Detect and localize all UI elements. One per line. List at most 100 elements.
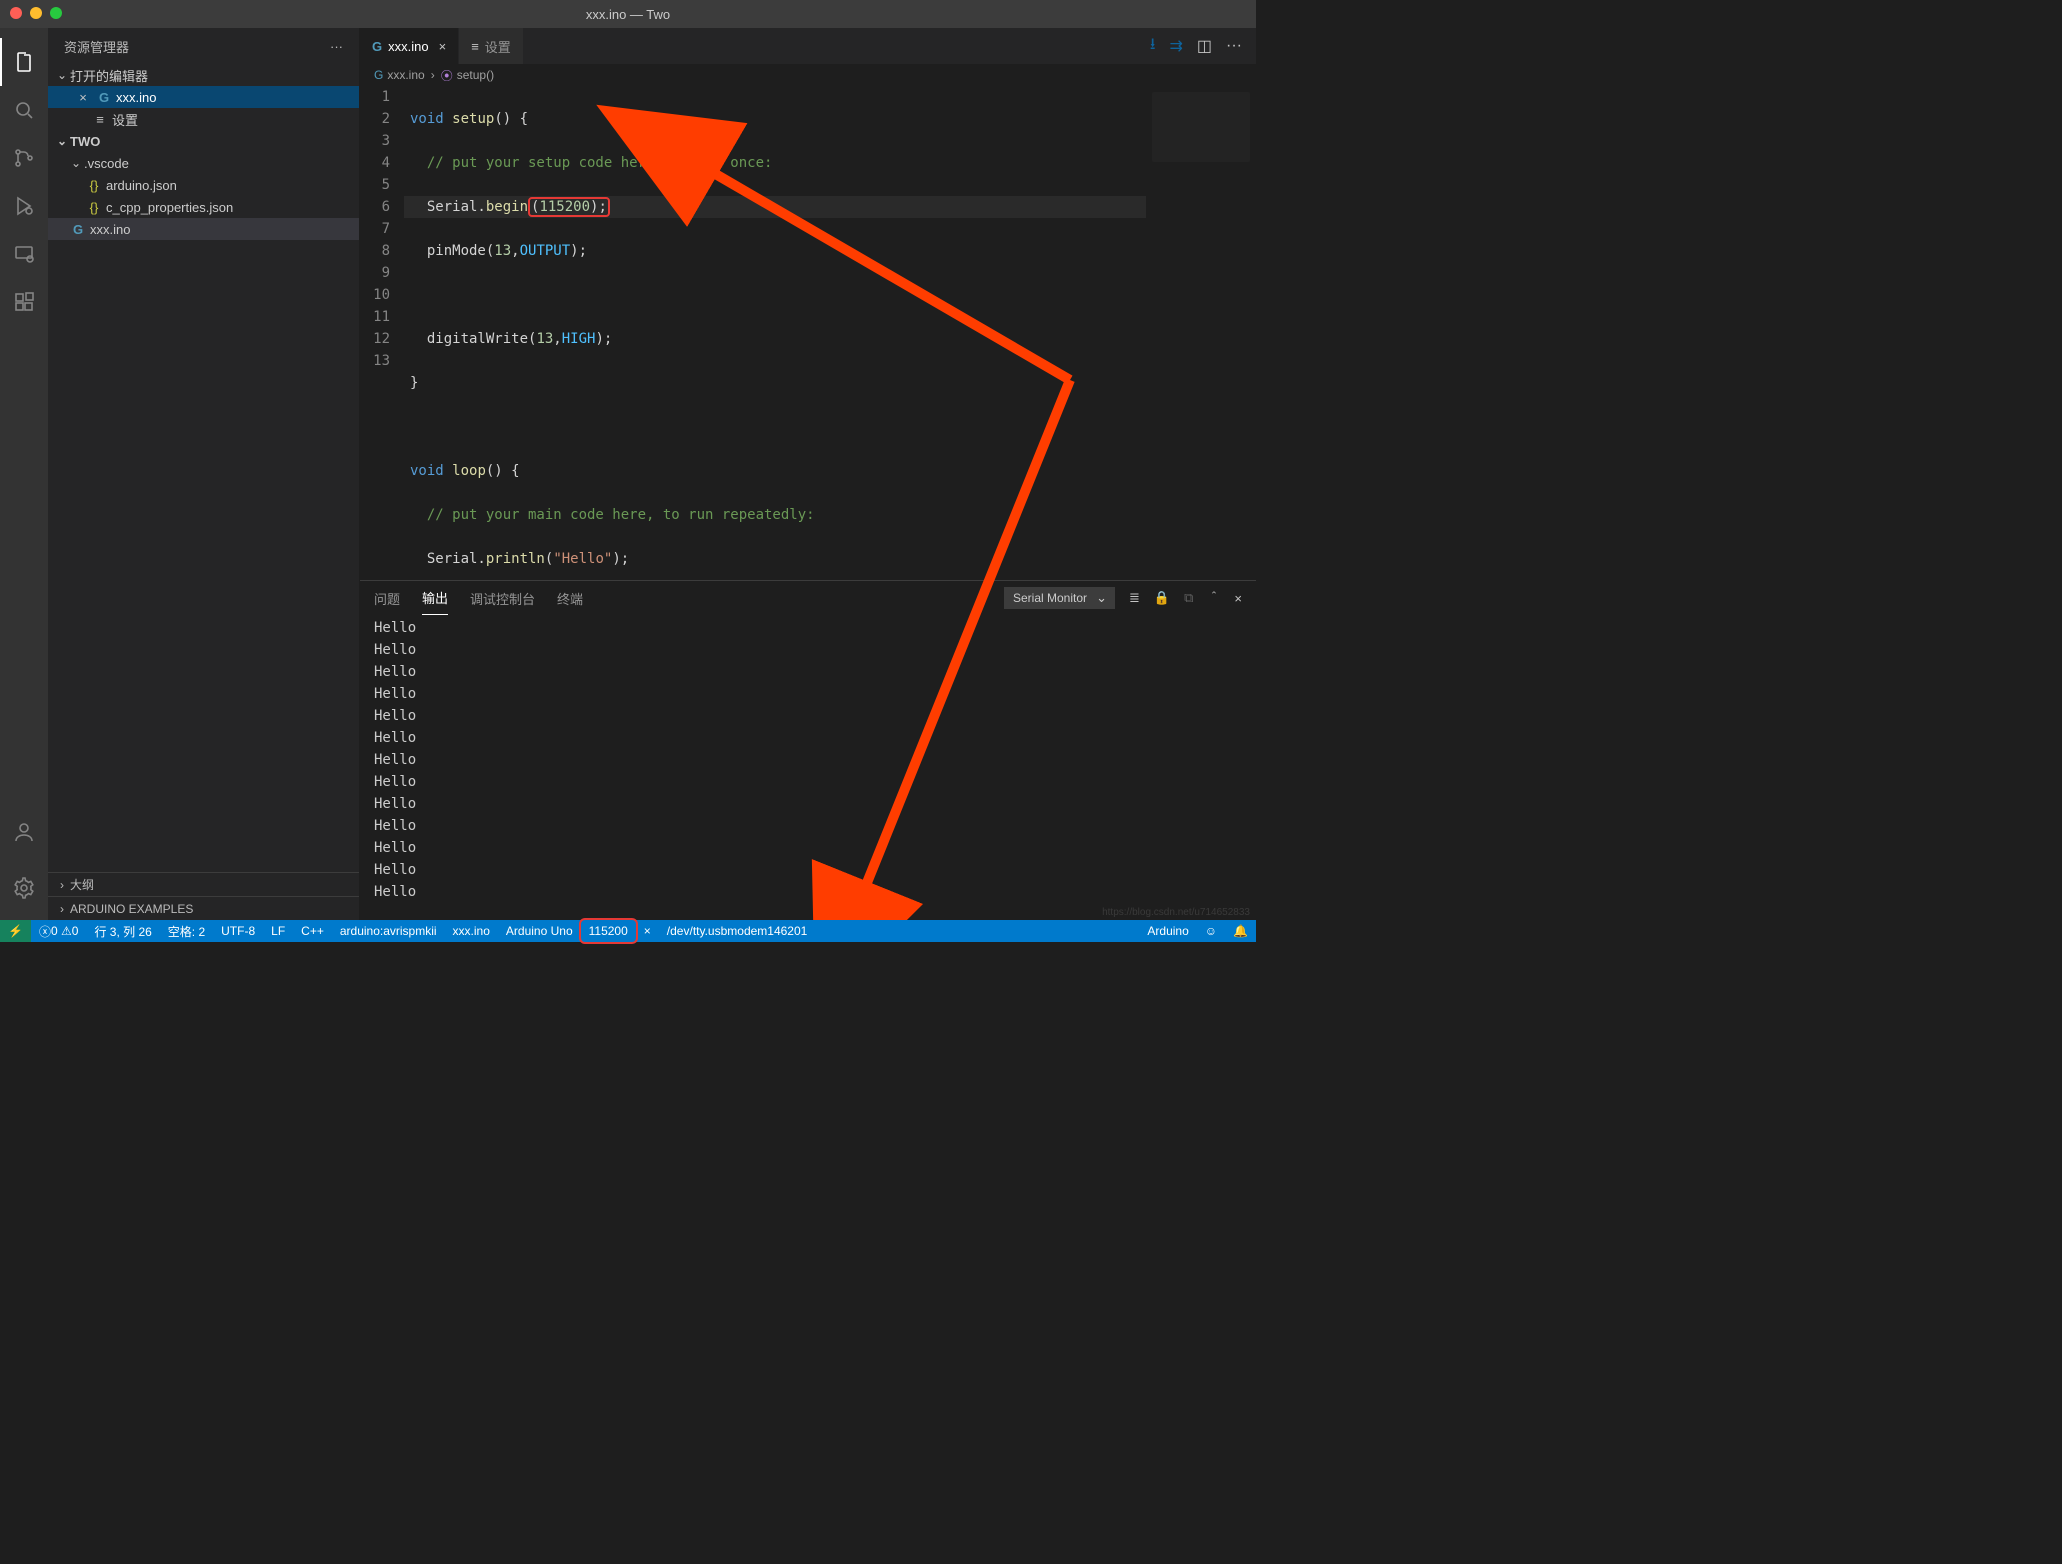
- status-language[interactable]: C++: [293, 920, 332, 942]
- chevron-down-icon: ⌄: [68, 156, 84, 170]
- activity-explorer-icon[interactable]: [0, 38, 48, 86]
- status-encoding[interactable]: UTF-8: [213, 920, 263, 942]
- maximize-window-dot[interactable]: [50, 7, 62, 19]
- editor-tab-settings[interactable]: ≡ 设置: [459, 28, 524, 64]
- arduino-verify-icon[interactable]: ⭳: [1150, 33, 1156, 60]
- file-cpp-properties[interactable]: {} c_cpp_properties.json: [48, 196, 359, 218]
- outline-label: 大纲: [70, 876, 94, 893]
- window-titlebar: xxx.ino — Two: [0, 0, 1256, 28]
- status-bar: ⚡ ⓧ 0 ⚠ 0 行 3, 列 26 空格: 2 UTF-8 LF C++ a…: [0, 920, 1256, 942]
- explorer-more-icon[interactable]: ···: [330, 39, 343, 54]
- arduino-examples-section[interactable]: › ARDUINO EXAMPLES: [48, 896, 359, 920]
- panel-tab-output[interactable]: 输出: [422, 581, 448, 615]
- status-baud-rate[interactable]: 115200: [581, 920, 636, 942]
- file-label: arduino.json: [106, 178, 177, 193]
- outline-section[interactable]: › 大纲: [48, 872, 359, 896]
- arduino-file-icon: G: [96, 90, 112, 105]
- more-actions-icon[interactable]: ···: [1226, 37, 1242, 55]
- panel-close-icon[interactable]: ×: [1234, 591, 1242, 606]
- file-label: c_cpp_properties.json: [106, 200, 233, 215]
- status-feedback-icon[interactable]: ☺: [1197, 920, 1225, 942]
- panel-tabs: 问题 输出 调试控制台 终端 Serial Monitor ≣ 🔒 ⧉ ＾ ×: [360, 581, 1256, 615]
- status-sketch[interactable]: xxx.ino: [445, 920, 498, 942]
- arduino-examples-label: ARDUINO EXAMPLES: [70, 902, 193, 916]
- tab-label: 设置: [485, 37, 511, 56]
- explorer-title: 资源管理器: [64, 37, 129, 56]
- close-icon[interactable]: ×: [76, 90, 90, 105]
- minimap[interactable]: [1146, 86, 1256, 580]
- watermark: https://blog.csdn.net/u714652833: [1102, 907, 1250, 918]
- editor-wrap: 12345678910111213 void setup() { // put …: [360, 86, 1256, 580]
- activity-remote-icon[interactable]: [0, 230, 48, 278]
- json-file-icon: {}: [86, 178, 102, 193]
- status-close-serial[interactable]: ×: [636, 920, 659, 942]
- file-label: xxx.ino: [90, 222, 130, 237]
- panel-tab-problems[interactable]: 问题: [374, 581, 400, 615]
- lock-icon[interactable]: 🔒: [1154, 590, 1170, 606]
- explorer-tree: ⌄ 打开的编辑器 × G xxx.ino ≡ 设置 ⌄ TWO ⌄: [48, 64, 359, 872]
- open-editor-label: xxx.ino: [116, 90, 156, 105]
- activity-account-icon[interactable]: [0, 808, 48, 856]
- copy-icon[interactable]: ⧉: [1184, 590, 1193, 606]
- editor-tabs: G xxx.ino × ≡ 设置 ⭳ ⇉ ◫ ···: [360, 28, 1256, 64]
- filter-list-icon[interactable]: ≣: [1129, 590, 1140, 606]
- file-arduino-json[interactable]: {} arduino.json: [48, 174, 359, 196]
- code-content[interactable]: void setup() { // put your setup code he…: [404, 86, 1146, 580]
- panel-tab-terminal[interactable]: 终端: [557, 581, 583, 615]
- breadcrumb-symbol[interactable]: setup(): [457, 68, 494, 82]
- breadcrumbs[interactable]: G xxx.ino › ⦿ setup(): [360, 64, 1256, 86]
- status-extension[interactable]: Arduino: [1139, 920, 1196, 942]
- explorer-header: 资源管理器 ···: [48, 28, 359, 64]
- output-body[interactable]: HelloHelloHelloHelloHelloHelloHelloHello…: [360, 615, 1256, 920]
- chevron-right-icon: ›: [60, 878, 64, 892]
- status-bell-icon[interactable]: 🔔: [1225, 920, 1256, 942]
- bottom-panel: 问题 输出 调试控制台 终端 Serial Monitor ≣ 🔒 ⧉ ＾ ×: [360, 580, 1256, 920]
- chevron-down-icon: ⌄: [54, 134, 70, 148]
- chevron-right-icon: ›: [60, 902, 64, 916]
- split-editor-icon[interactable]: ◫: [1197, 36, 1212, 56]
- panel-maximize-icon[interactable]: ＾: [1207, 589, 1220, 608]
- open-editors-label: 打开的编辑器: [70, 66, 148, 85]
- activity-settings-icon[interactable]: [0, 864, 48, 912]
- editor-tab-main[interactable]: G xxx.ino ×: [360, 28, 459, 64]
- status-serial-port[interactable]: /dev/tty.usbmodem146201: [659, 920, 816, 942]
- folder-vscode-label: .vscode: [84, 156, 129, 171]
- open-editor-settings[interactable]: ≡ 设置: [48, 108, 359, 130]
- minimize-window-dot[interactable]: [30, 7, 42, 19]
- folder-vscode[interactable]: ⌄ .vscode: [48, 152, 359, 174]
- arduino-file-icon: G: [70, 222, 86, 237]
- status-cursor-position[interactable]: 行 3, 列 26: [86, 920, 159, 942]
- workspace-name: TWO: [70, 134, 100, 149]
- output-channel-select[interactable]: Serial Monitor: [1004, 587, 1115, 609]
- activity-debug-icon[interactable]: [0, 182, 48, 230]
- file-main-ino[interactable]: G xxx.ino: [48, 218, 359, 240]
- activity-source-control-icon[interactable]: [0, 134, 48, 182]
- code-editor[interactable]: 12345678910111213 void setup() { // put …: [360, 86, 1146, 580]
- status-programmer[interactable]: arduino:avrispmkii: [332, 920, 445, 942]
- window-traffic-lights[interactable]: [10, 7, 62, 19]
- activity-search-icon[interactable]: [0, 86, 48, 134]
- tab-label: xxx.ino: [388, 39, 428, 54]
- arduino-upload-icon[interactable]: ⇉: [1169, 36, 1182, 56]
- close-icon[interactable]: ×: [439, 39, 447, 54]
- panel-tab-debug-console[interactable]: 调试控制台: [470, 581, 535, 615]
- window-title: xxx.ino — Two: [586, 7, 670, 22]
- open-editors-section[interactable]: ⌄ 打开的编辑器: [48, 64, 359, 86]
- open-editor-item[interactable]: × G xxx.ino: [48, 86, 359, 108]
- breadcrumb-separator: ›: [431, 68, 435, 82]
- activity-bar: [0, 28, 48, 920]
- status-indentation[interactable]: 空格: 2: [160, 920, 213, 942]
- explorer-sidebar: 资源管理器 ··· ⌄ 打开的编辑器 × G xxx.ino ≡ 设置: [48, 28, 360, 920]
- workspace-root[interactable]: ⌄ TWO: [48, 130, 359, 152]
- breadcrumb-file[interactable]: xxx.ino: [387, 68, 424, 82]
- activity-extensions-icon[interactable]: [0, 278, 48, 326]
- status-board[interactable]: Arduino Uno: [498, 920, 581, 942]
- arduino-file-icon: G: [374, 68, 383, 82]
- remote-indicator[interactable]: ⚡: [0, 920, 31, 942]
- status-errors[interactable]: ⓧ 0 ⚠ 0: [31, 920, 86, 942]
- settings-list-icon: ≡: [92, 112, 108, 127]
- chevron-down-icon: ⌄: [54, 68, 70, 82]
- close-window-dot[interactable]: [10, 7, 22, 19]
- status-eol[interactable]: LF: [263, 920, 293, 942]
- function-icon: ⦿: [441, 67, 453, 84]
